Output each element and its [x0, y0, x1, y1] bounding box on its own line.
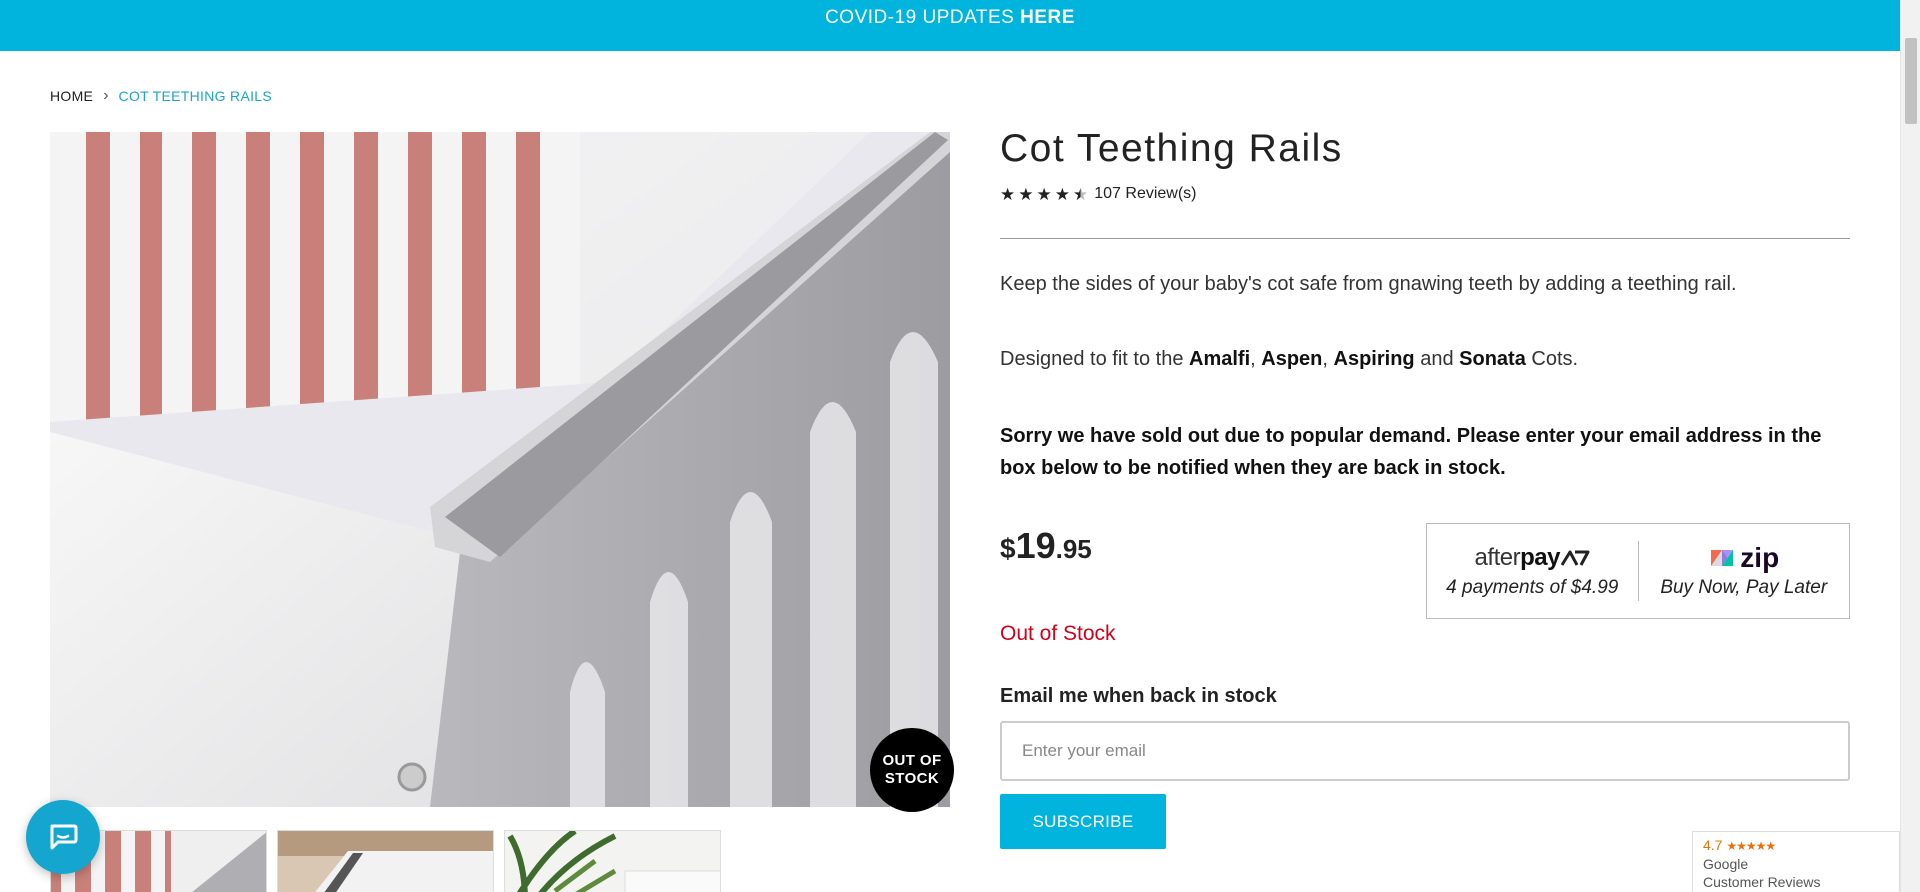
afterpay-caption: 4 payments of $4.99 [1446, 577, 1619, 598]
out-of-stock-badge: OUT OF STOCK [870, 728, 954, 812]
google-stars-icon: ★★★★★ [1726, 839, 1776, 853]
badge-line-2: STOCK [884, 770, 940, 787]
sold-out-message: Sorry we have sold out due to popular de… [1000, 425, 1822, 479]
badge-line-1: OUT OF [882, 752, 942, 769]
afterpay-arrows-icon [1560, 550, 1590, 566]
stock-status: Out of Stock [1000, 622, 1116, 645]
product-rating[interactable]: ★ ★ ★ ★ ★ 107 Review(s) [1000, 185, 1197, 203]
zip-caption: Buy Now, Pay Later [1660, 577, 1828, 598]
price-cents: .95 [1055, 534, 1092, 564]
breadcrumb-current[interactable]: COT TEETHING RAILS [119, 88, 272, 104]
zip-option[interactable]: zip Buy Now, Pay Later [1639, 542, 1850, 599]
thumbnail-3-image [505, 831, 720, 892]
google-customer-reviews-label: Customer Reviews [1703, 874, 1821, 890]
google-reviews-badge[interactable]: 4.7 ★★★★★ Google Customer Reviews [1692, 831, 1900, 892]
model-sonata: Sonata [1459, 348, 1526, 370]
payment-options: afterpay 4 payments of $4.99 zip Buy Now… [1426, 523, 1850, 619]
scrollbar-thumb[interactable] [1905, 38, 1917, 124]
afterpay-logo: afterpay [1427, 543, 1638, 573]
page-scrollbar[interactable] [1900, 0, 1920, 892]
chat-icon [50, 824, 78, 850]
email-input[interactable] [1000, 721, 1850, 781]
email-notify-label: Email me when back in stock [1000, 685, 1277, 707]
star-icon: ★ [1018, 184, 1034, 204]
rating-stars: ★ ★ ★ ★ ★ [1000, 186, 1088, 203]
product-description: Keep the sides of your baby's cot safe f… [1000, 273, 1737, 295]
cot-photo [50, 132, 950, 807]
product-main-image[interactable] [50, 132, 950, 807]
zip-logo: zip [1639, 542, 1850, 573]
google-label: Google [1703, 856, 1749, 872]
google-rating: 4.7 [1703, 837, 1723, 853]
thumbnail-2-image [278, 831, 493, 892]
product-price: $ 19 .95 [1000, 525, 1092, 567]
subscribe-button[interactable]: SUBSCRIBE [1000, 794, 1166, 849]
announcement-link[interactable]: HERE [1020, 7, 1075, 28]
price-dollars: 19 [1015, 525, 1056, 566]
afterpay-option[interactable]: afterpay 4 payments of $4.99 [1427, 543, 1638, 599]
zip-wordmark: zip [1740, 542, 1780, 573]
breadcrumb: HOME › COT TEETHING RAILS [50, 87, 272, 105]
thumbnail-strip [50, 830, 721, 892]
zip-mark-icon [1711, 550, 1734, 566]
star-icon: ★ [1054, 184, 1070, 204]
model-aspiring: Aspiring [1333, 348, 1415, 370]
title-divider [1000, 238, 1850, 239]
product-title: Cot Teething Rails [1000, 127, 1343, 170]
thumbnail-2[interactable] [277, 830, 494, 892]
compatibility-text: Designed to fit to the Amalfi, Aspen, As… [1000, 348, 1579, 370]
breadcrumb-home-link[interactable]: HOME [50, 88, 93, 104]
chat-button[interactable] [26, 800, 100, 874]
model-amalfi: Amalfi [1189, 348, 1251, 370]
star-icon: ★ [1000, 184, 1016, 204]
star-icon: ★ [1036, 184, 1052, 204]
chevron-right-icon: › [103, 87, 109, 104]
review-count-link[interactable]: 107 Review(s) [1094, 185, 1196, 203]
thumbnail-3[interactable] [504, 830, 721, 892]
covid-announcement-bar[interactable]: COVID-19 UPDATES HERE [0, 0, 1900, 51]
price-currency: $ [1000, 533, 1016, 564]
announcement-text: COVID-19 UPDATES [825, 7, 1015, 28]
star-half-icon: ★ [1073, 184, 1089, 204]
model-aspen: Aspen [1261, 348, 1323, 370]
